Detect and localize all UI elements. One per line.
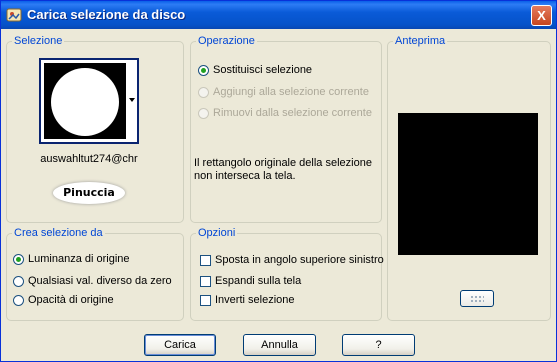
crea-selezione-group-title: Crea selezione da [12, 227, 105, 239]
checkbox-inverti[interactable]: Inverti selezione [200, 294, 295, 306]
radio-aggiungi[interactable]: Aggiungi alla selezione corrente [198, 86, 369, 98]
radio-label: Rimuovi dalla selezione corrente [213, 107, 372, 119]
opzioni-group-title: Opzioni [196, 227, 238, 239]
carica-button[interactable]: Carica [144, 334, 216, 356]
selezione-group-title: Selezione [12, 35, 65, 47]
checkbox-espandi[interactable]: Espandi sulla tela [200, 275, 301, 287]
title-bar[interactable]: Carica selezione da disco X [1, 1, 556, 29]
operation-info-text: Il rettangolo originale della selezione … [194, 157, 372, 182]
radio-label: Qualsiasi val. diverso da zero [28, 275, 172, 287]
preview-image [398, 113, 538, 255]
checkbox-label: Sposta in angolo superiore sinistro [215, 254, 384, 266]
radio-label: Aggiungi alla selezione corrente [213, 86, 369, 98]
radio-button[interactable] [13, 294, 24, 306]
window-title: Carica selezione da disco [27, 7, 186, 22]
preview-zoom-button[interactable] [460, 290, 494, 307]
checkbox[interactable] [200, 294, 211, 306]
help-button[interactable]: ? [342, 334, 415, 356]
selection-thumbnail [44, 63, 126, 139]
chevron-down-icon [129, 98, 135, 102]
checkbox-label: Espandi sulla tela [215, 275, 302, 287]
selection-circle-shape [51, 68, 119, 136]
radio-button[interactable] [13, 275, 24, 287]
radio-label: Luminanza di origine [28, 253, 130, 265]
radio-opacita[interactable]: Opacità di origine [13, 294, 114, 306]
app-icon [6, 8, 22, 22]
operazione-group-title: Operazione [196, 35, 257, 47]
annulla-button[interactable]: Annulla [243, 334, 316, 356]
radio-button[interactable] [198, 107, 209, 119]
radio-rimuovi[interactable]: Rimuovi dalla selezione corrente [198, 107, 372, 119]
radio-label: Sostituisci selezione [213, 64, 313, 76]
radio-button[interactable] [13, 253, 24, 265]
dialog-window: Carica selezione da disco X Selezione au… [0, 0, 557, 362]
checkbox-label: Inverti selezione [215, 294, 295, 306]
radio-luminanza[interactable]: Luminanza di origine [13, 253, 130, 265]
radio-qualsiasi[interactable]: Qualsiasi val. diverso da zero [13, 275, 172, 287]
signature-logo: Pinuccia [53, 182, 125, 204]
dots-icon [470, 295, 484, 302]
radio-button[interactable] [198, 86, 209, 98]
close-icon: X [537, 8, 546, 23]
radio-sostituisci[interactable]: Sostituisci selezione [198, 64, 312, 76]
radio-button[interactable] [198, 64, 209, 76]
checkbox[interactable] [200, 254, 211, 266]
selection-thumbnail-dropdown[interactable] [39, 58, 139, 144]
close-button[interactable]: X [531, 5, 552, 26]
radio-label: Opacità di origine [28, 294, 114, 306]
anteprima-group-title: Anteprima [393, 35, 448, 47]
checkbox[interactable] [200, 275, 211, 287]
checkbox-sposta[interactable]: Sposta in angolo superiore sinistro [200, 254, 384, 266]
selection-file-name: auswahltut274@chr [40, 153, 138, 165]
